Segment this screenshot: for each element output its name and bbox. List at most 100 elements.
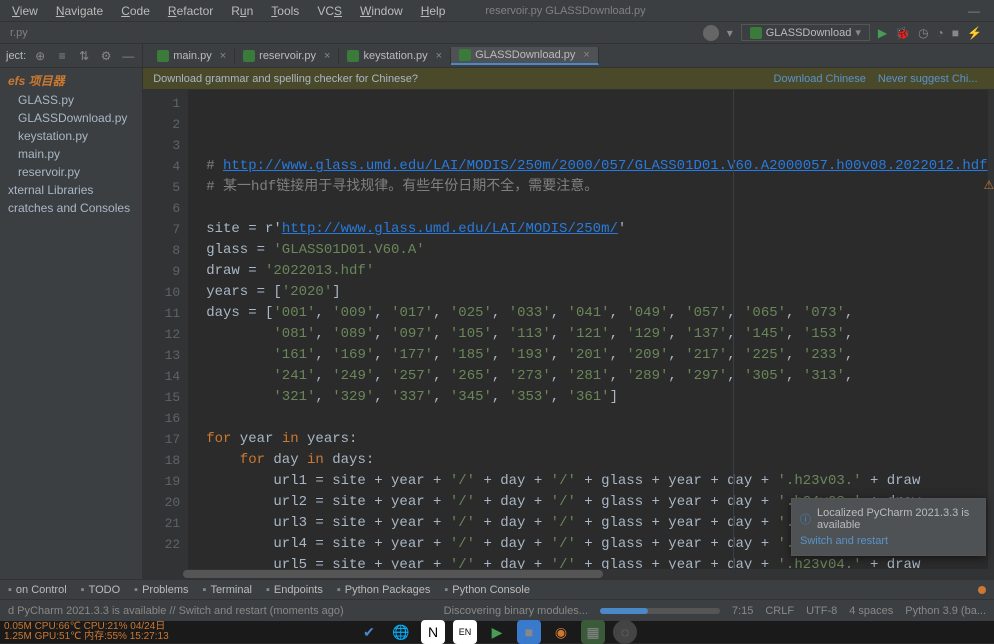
taskbar-pycharm-icon[interactable]: ▶ [485,620,509,644]
path-label: r.py [4,27,34,39]
taskbar-app4-icon[interactable]: ◌ [613,620,637,644]
line-number: 4 [143,156,180,177]
menu-vcs[interactable]: VCS [309,2,350,20]
stop-icon[interactable]: ■ [952,26,959,40]
code-line[interactable]: site = r'http://www.glass.umd.edu/LAI/MO… [206,219,987,240]
status-encoding[interactable]: UTF-8 [806,605,837,617]
code-line[interactable]: # 某一hdf链接用于寻找规律。有些年份日期不全，需要注意。 [206,177,987,198]
code-line[interactable]: '081', '089', '097', '105', '113', '121'… [206,324,987,345]
code-line[interactable]: # http://www.glass.umd.edu/LAI/MODIS/250… [206,156,987,177]
menu-tools[interactable]: Tools [263,2,307,20]
debug-button[interactable]: 🐞 [895,26,910,40]
minimize-icon[interactable]: — [968,4,980,18]
menu-code[interactable]: Code [113,2,158,20]
tool-window-button[interactable]: ▪ Python Console [444,584,530,596]
tool-window-button[interactable]: ▪ on Control [8,584,67,596]
python-file-icon [243,50,255,62]
status-warning-icon[interactable] [978,586,986,594]
menu-run[interactable]: Run [223,2,261,20]
close-icon[interactable]: × [583,49,589,61]
never-suggest-link[interactable]: Never suggest Chi... [878,73,978,85]
close-icon[interactable]: × [220,50,226,62]
status-interpreter[interactable]: Python 3.9 (ba... [905,605,986,617]
python-file-icon [459,49,471,61]
tool-window-button[interactable]: ▪ Terminal [203,584,252,596]
download-chinese-link[interactable]: Download Chinese [774,73,866,85]
python-file-icon [157,50,169,62]
project-tree[interactable]: efs 项目器GLASS.pyGLASSDownload.pykeystatio… [0,68,142,219]
code-line[interactable] [206,198,987,219]
menu-refactor[interactable]: Refactor [160,2,221,20]
taskbar-app1-icon[interactable]: ■ [517,620,541,644]
horizontal-scrollbar[interactable] [143,569,994,579]
scrollbar-thumb[interactable] [183,570,603,578]
menu-navigate[interactable]: Navigate [48,2,111,20]
popup-action-link[interactable]: Switch and restart [800,535,977,547]
line-number: 7 [143,219,180,240]
tool-window-button[interactable]: ▪ Python Packages [337,584,431,596]
right-margin-line [733,90,734,569]
tool-window-button[interactable]: ▪ Endpoints [266,584,323,596]
line-number: 10 [143,282,180,303]
menu-help[interactable]: Help [413,2,454,20]
tree-item[interactable]: GLASSDownload.py [0,109,142,127]
code-line[interactable]: '241', '249', '257', '265', '273', '281'… [206,366,987,387]
expand-all-icon[interactable]: ≡ [54,48,70,64]
warning-marker-icon[interactable]: ⚠ [984,178,994,194]
run-config-selector[interactable]: GLASSDownload ▾ [741,24,870,41]
tree-item[interactable]: reservoir.py [0,163,142,181]
status-position[interactable]: 7:15 [732,605,753,617]
line-number: 8 [143,240,180,261]
code-line[interactable]: draw = '2022013.hdf' [206,261,987,282]
tool-window-button[interactable]: ▪ TODO [81,584,120,596]
scroll-from-source-icon[interactable]: ⊕ [32,48,48,64]
code-line[interactable]: days = ['001', '009', '017', '025', '033… [206,303,987,324]
line-number: 22 [143,534,180,555]
editor-tab[interactable]: main.py × [149,48,235,64]
tree-item[interactable]: GLASS.py [0,91,142,109]
menu-view[interactable]: View [4,2,46,20]
tree-item[interactable]: cratches and Consoles [0,199,142,217]
code-line[interactable] [206,408,987,429]
taskbar-notion-icon[interactable]: N [421,620,445,644]
python-file-icon [347,50,359,62]
editor-tab[interactable]: keystation.py × [339,48,451,64]
gear-icon[interactable]: ⚙ [98,48,114,64]
collapse-icon[interactable]: ⇅ [76,48,92,64]
user-icon[interactable] [703,25,719,41]
taskbar-chrome-icon[interactable]: 🌐 [389,620,413,644]
search-icon[interactable]: ⚡ [967,26,982,40]
code-line[interactable]: '321', '329', '337', '345', '353', '361'… [206,387,987,408]
coverage-icon[interactable]: ◷ [918,26,928,40]
status-indent[interactable]: 4 spaces [849,605,893,617]
taskbar-check-icon[interactable]: ✔ [357,620,381,644]
taskbar-app3-icon[interactable]: ▦ [581,620,605,644]
tree-item[interactable]: xternal Libraries [0,181,142,199]
tool-window-button[interactable]: ▪ Problems [134,584,188,596]
code-line[interactable]: for day in days: [206,450,987,471]
taskbar-ime-icon[interactable]: EN [453,620,477,644]
taskbar-app2-icon[interactable]: ◉ [549,620,573,644]
hide-icon[interactable]: — [120,48,136,64]
run-button[interactable]: ▶ [878,26,887,40]
code-line[interactable]: for year in years: [206,429,987,450]
tree-item[interactable]: efs 项目器 [0,70,142,91]
status-line-sep[interactable]: CRLF [765,605,794,617]
close-icon[interactable]: × [324,50,330,62]
tree-item[interactable]: main.py [0,145,142,163]
editor-tab-label: main.py [173,50,212,62]
code-line[interactable]: glass = 'GLASS01D01.V60.A' [206,240,987,261]
tree-item[interactable]: keystation.py [0,127,142,145]
menu-window[interactable]: Window [352,2,411,20]
line-number: 19 [143,471,180,492]
close-icon[interactable]: × [436,50,442,62]
code-line[interactable]: url1 = site + year + '/' + day + '/' + g… [206,471,987,492]
editor-tab[interactable]: GLASSDownload.py× [451,47,599,65]
editor-tab-label: keystation.py [363,50,427,62]
profile-icon[interactable]: ◔ [937,26,944,40]
editor-tab[interactable]: reservoir.py× [235,48,339,64]
code-line[interactable]: years = ['2020'] [206,282,987,303]
line-number: 20 [143,492,180,513]
code-line[interactable]: '161', '169', '177', '185', '193', '201'… [206,345,987,366]
code-line[interactable]: url5 = site + year + '/' + day + '/' + g… [206,555,987,569]
